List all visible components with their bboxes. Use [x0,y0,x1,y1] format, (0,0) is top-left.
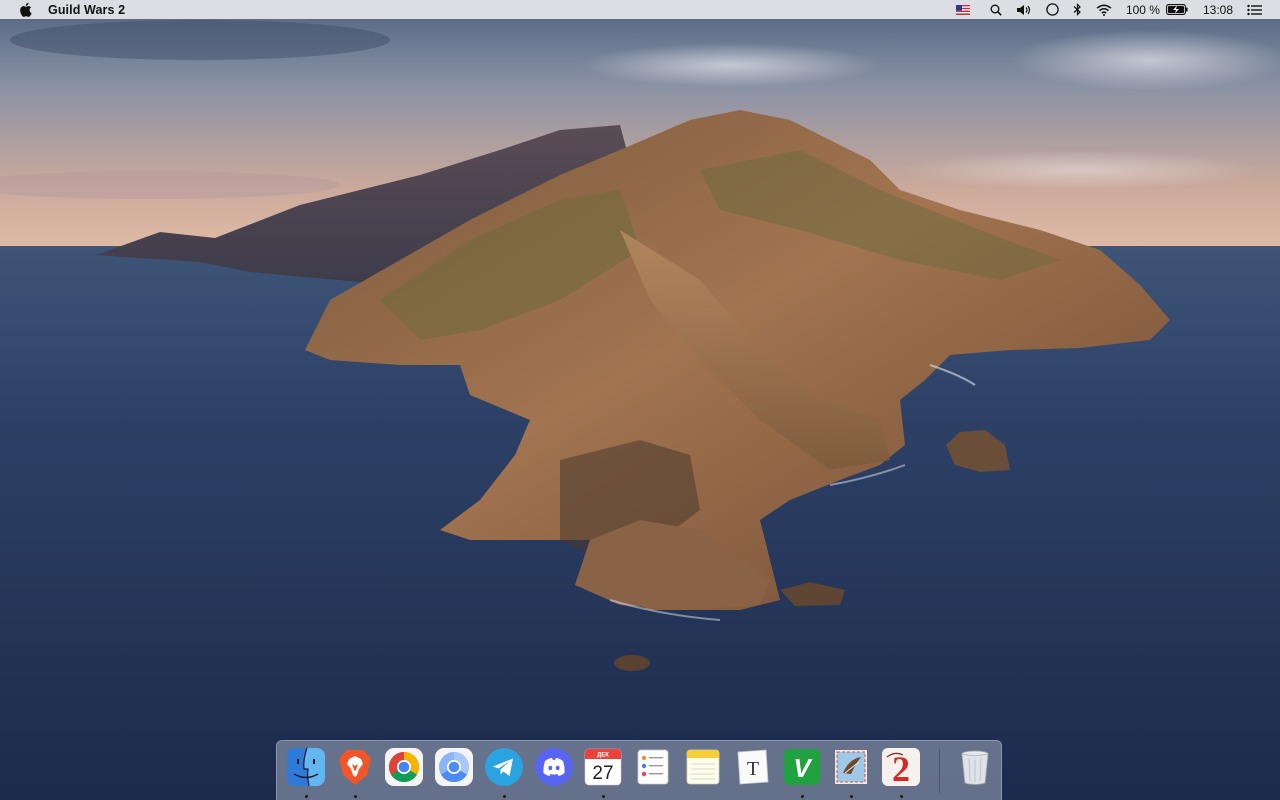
bluetooth-icon[interactable] [1073,0,1082,19]
telegram-icon[interactable] [484,747,524,787]
flag-us-icon[interactable] [955,0,970,19]
running-indicator [354,795,357,798]
guild-wars-2-icon[interactable]: 2 [881,747,921,787]
running-indicator [900,795,903,798]
menu-clock[interactable]: 13:08 [1203,0,1233,19]
siri-icon[interactable] [1046,0,1059,19]
wallpaper [0,0,1280,800]
vim-glyph: V [793,753,813,783]
discord-icon[interactable] [534,747,574,787]
notification-center-icon[interactable] [1247,0,1262,19]
apple-menu-icon[interactable] [18,2,32,17]
battery-percent[interactable]: 100 % [1126,0,1160,19]
typora-glyph: T [747,758,759,780]
wifi-icon[interactable] [1096,0,1112,19]
reminders-icon[interactable] [633,747,673,787]
search-icon[interactable] [990,0,1002,19]
typora-icon[interactable]: T [732,747,772,787]
chromium-icon[interactable] [434,747,474,787]
running-indicator [305,795,308,798]
mail-icon[interactable] [831,747,871,787]
battery-charging-icon[interactable] [1166,0,1188,19]
running-indicator [801,795,804,798]
running-indicator [602,795,605,798]
running-indicator [850,795,853,798]
finder-icon[interactable] [286,747,326,787]
dock: ДЕК 27 T V 2 [276,740,1002,800]
vim-icon[interactable]: V [782,747,822,787]
menu-bar: Guild Wars 2 100 % 13:08 [0,0,1280,19]
brave-icon[interactable] [335,747,375,787]
running-indicator [503,795,506,798]
calendar-month-label: ДЕК [597,753,609,759]
volume-icon[interactable] [1016,0,1032,19]
notes-icon[interactable] [683,747,723,787]
active-app-name[interactable]: Guild Wars 2 [48,3,125,17]
chrome-icon[interactable] [384,747,424,787]
trash-icon[interactable] [955,747,995,787]
desktop: Guild Wars 2 100 % 13:08 ДЕК 27 T V 2 [0,0,1280,800]
calendar-icon[interactable]: ДЕК 27 [583,747,623,787]
dock-divider [939,749,940,793]
calendar-day-label: 27 [592,763,613,784]
